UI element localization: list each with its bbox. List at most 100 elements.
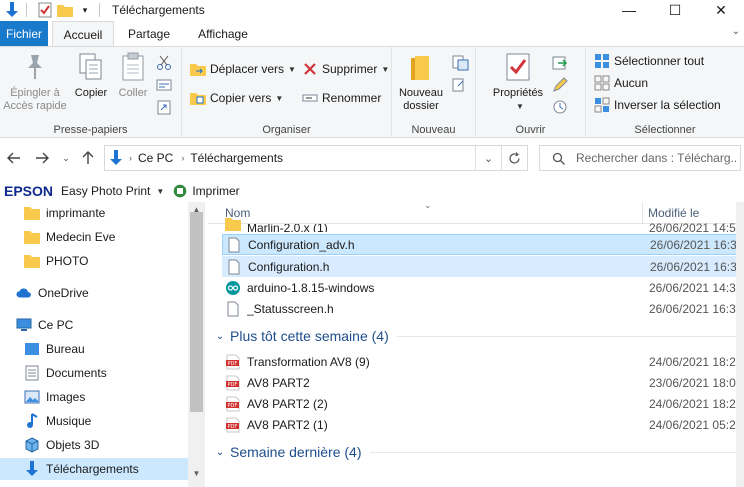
breadcrumb-chevron-icon[interactable]: ›: [181, 153, 184, 163]
nav-item-images[interactable]: Images: [24, 386, 85, 408]
paste-button[interactable]: Coller: [114, 51, 152, 100]
easy-photo-print-button[interactable]: Easy Photo Print ▼: [61, 184, 164, 198]
paste-shortcut-icon[interactable]: [156, 97, 172, 117]
history-icon[interactable]: [552, 97, 568, 117]
group-divider: [396, 335, 742, 337]
rename-button[interactable]: Renommer: [302, 88, 381, 108]
new-item-icon[interactable]: [452, 53, 470, 73]
nav-item-photo[interactable]: PHOTO: [24, 250, 88, 272]
edit-icon[interactable]: [552, 75, 568, 95]
nav-item-imprimante[interactable]: imprimante: [24, 202, 105, 224]
back-arrow-icon[interactable]: [6, 150, 22, 166]
group-presse-papiers: Épingler à Accès rapide Copier Coller Pr…: [0, 47, 182, 139]
download-arrow-icon[interactable]: [4, 2, 20, 18]
group-header-week[interactable]: ⌄ Plus tôt cette semaine (4): [212, 325, 742, 347]
nav-scrollbar-thumb[interactable]: [190, 212, 203, 412]
nav-item-objets-3d[interactable]: Objets 3D: [24, 434, 99, 456]
customize-caret-icon[interactable]: ▾: [77, 2, 93, 18]
breadcrumb-chevron-icon[interactable]: ›: [129, 153, 132, 163]
maximize-button[interactable]: ☐: [652, 0, 698, 20]
file-list-scrollbar[interactable]: [736, 202, 744, 487]
nav-item-telechargements[interactable]: Téléchargements: [0, 458, 188, 480]
chevron-down-icon: ⌄: [215, 446, 225, 458]
scroll-down-icon[interactable]: ▼: [188, 466, 205, 480]
select-none-button[interactable]: Aucun: [594, 73, 648, 93]
tab-accueil[interactable]: Accueil: [52, 21, 114, 47]
select-none-icon: [594, 75, 610, 91]
ribbon-expand-icon[interactable]: ⌄: [732, 26, 740, 37]
nav-item-medecin-eve[interactable]: Medecin Eve: [24, 226, 115, 248]
search-input[interactable]: [576, 151, 736, 165]
copy-path-icon[interactable]: [156, 75, 172, 95]
tab-affichage[interactable]: Affichage: [184, 21, 262, 46]
easy-access-icon[interactable]: [452, 75, 470, 95]
breadcrumb-ce-pc[interactable]: Ce PC: [138, 151, 173, 165]
ribbon: Épingler à Accès rapide Copier Coller Pr…: [0, 46, 744, 139]
copy-button[interactable]: Copier: [70, 51, 112, 100]
properties-icon: [502, 51, 534, 83]
table-row[interactable]: PDF AV8 PART2 (1) 24/06/2021 05:29: [222, 414, 744, 435]
copy-to-button[interactable]: Copier vers ▼: [190, 88, 283, 108]
move-to-button[interactable]: Déplacer vers ▼: [190, 59, 296, 79]
tab-fichier[interactable]: Fichier: [0, 21, 48, 46]
nav-item-ce-pc[interactable]: Ce PC: [16, 314, 73, 336]
address-dropdown-icon[interactable]: ⌄: [475, 146, 501, 170]
cut-icon[interactable]: [156, 53, 172, 73]
table-row[interactable]: PDF AV8 PART2 23/06/2021 18:01: [222, 372, 744, 393]
delete-button[interactable]: Supprimer ▼: [302, 59, 389, 79]
tab-partage[interactable]: Partage: [118, 21, 180, 46]
print-button[interactable]: Imprimer: [172, 183, 240, 199]
chevron-down-icon: ⌄: [215, 330, 225, 342]
minimize-button[interactable]: —: [606, 0, 652, 20]
nav-item-musique[interactable]: Musique: [24, 410, 91, 432]
search-icon: [550, 150, 566, 166]
search-box[interactable]: [539, 145, 741, 171]
caret-down-icon: ▼: [275, 93, 284, 103]
group-nouveau: Nouveau dossier Nouveau: [392, 47, 476, 139]
table-row[interactable]: Configuration_adv.h 26/06/2021 16:36: [222, 234, 744, 255]
close-button[interactable]: ✕: [698, 0, 744, 20]
up-arrow-icon[interactable]: [80, 150, 96, 166]
file-list: ⌄ Nom Modifié le Marlin-2.0.x (1) 26/06/…: [208, 202, 744, 487]
svg-text:PDF: PDF: [228, 424, 238, 430]
properties-check-icon[interactable]: [37, 2, 53, 18]
properties-button[interactable]: Propriétés ▼: [490, 51, 546, 113]
table-row[interactable]: Configuration.h 26/06/2021 16:36: [222, 256, 744, 277]
svg-text:PDF: PDF: [228, 361, 238, 367]
invert-selection-button[interactable]: Inverser la sélection: [594, 95, 721, 115]
divider: [26, 3, 27, 17]
select-all-button[interactable]: Sélectionner tout: [594, 51, 704, 71]
epson-logo: EPSON: [4, 183, 54, 199]
group-label-organiser: Organiser: [262, 124, 311, 136]
folder-icon: [24, 205, 40, 221]
copy-icon: [75, 51, 107, 83]
nav-item-documents[interactable]: Documents: [24, 362, 107, 384]
refresh-icon[interactable]: [501, 146, 527, 170]
group-header-last-week[interactable]: ⌄ Semaine dernière (4): [212, 441, 742, 463]
print-icon: [172, 183, 188, 199]
open-icon[interactable]: [552, 53, 568, 73]
table-row[interactable]: _Statusscreen.h 26/06/2021 16:36: [222, 298, 744, 319]
recent-locations-chevron-icon[interactable]: ⌄: [58, 150, 74, 166]
new-folder-icon[interactable]: [57, 2, 73, 18]
download-icon: [24, 461, 40, 477]
group-selectionner: Sélectionner tout Aucun Inverser la séle…: [586, 47, 744, 139]
select-all-icon: [594, 53, 610, 69]
pin-quick-access-button[interactable]: Épingler à Accès rapide: [2, 51, 68, 113]
pdf-icon: PDF: [225, 375, 241, 391]
folder-icon: [225, 218, 241, 232]
nav-item-bureau[interactable]: Bureau: [24, 338, 85, 360]
table-row[interactable]: arduino-1.8.15-windows 26/06/2021 14:38: [222, 277, 744, 298]
new-folder-button[interactable]: Nouveau dossier: [396, 51, 446, 113]
address-bar[interactable]: › Ce PC › Téléchargements ⌄: [104, 145, 528, 171]
new-folder-icon: [405, 51, 437, 83]
table-row[interactable]: PDF Transformation AV8 (9) 24/06/2021 18…: [222, 351, 744, 372]
breadcrumb-telechargements[interactable]: Téléchargements: [190, 151, 283, 165]
forward-arrow-icon[interactable]: [34, 150, 50, 166]
table-row[interactable]: Marlin-2.0.x (1) 26/06/2021 14:54: [222, 218, 744, 232]
nav-item-onedrive[interactable]: OneDrive: [16, 282, 89, 304]
caret-down-icon: ▼: [516, 102, 524, 111]
nav-scrollbar[interactable]: ▲ ▼: [188, 202, 205, 487]
table-row[interactable]: PDF AV8 PART2 (2) 24/06/2021 18:27: [222, 393, 744, 414]
group-label-selectionner: Sélectionner: [634, 124, 696, 136]
